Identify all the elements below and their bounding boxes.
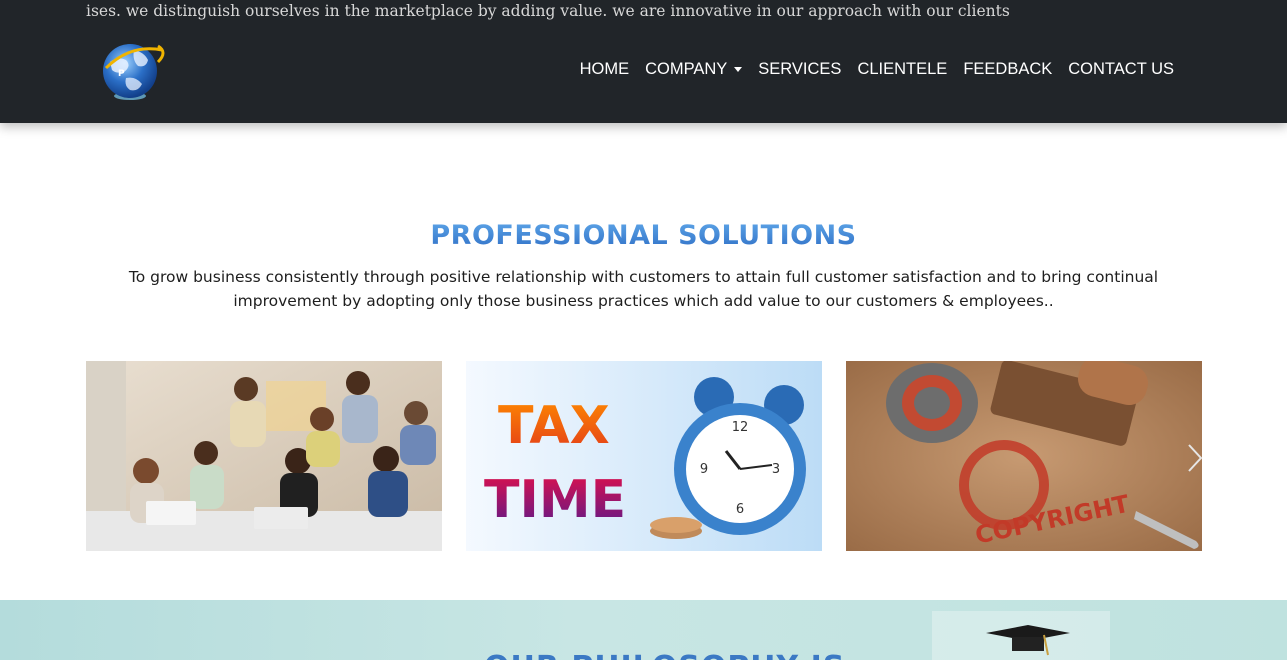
carousel-next-icon[interactable]	[1186, 442, 1204, 474]
solution-card-copyright[interactable]: COPYRIGHT	[846, 361, 1202, 551]
main-nav: HOME COMPANY SERVICES CLIENTELE FEEDBACK…	[572, 60, 1182, 79]
tax-time-image: TAX TIME 12 3 6 9	[466, 361, 822, 551]
caret-down-icon	[734, 67, 743, 72]
svg-text:9: 9	[700, 462, 708, 477]
site-header: ises. we distinguish ourselves in the ma…	[0, 0, 1287, 123]
team-meeting-image	[86, 361, 442, 551]
nav-home[interactable]: HOME	[572, 60, 638, 79]
section-title: PROFESSIONAL SOLUTIONS	[0, 220, 1287, 251]
philosophy-title: OUR PHILOSOPHY IS	[484, 650, 845, 660]
marquee-text: ises. we distinguish ourselves in the ma…	[86, 2, 1010, 20]
svg-text:6: 6	[736, 502, 744, 517]
section-description: To grow business consistently through po…	[128, 268, 1159, 310]
nav-contact-us[interactable]: CONTACT US	[1060, 60, 1182, 79]
solution-card-team[interactable]	[86, 361, 442, 551]
solution-card-tax[interactable]: TAX TIME 12 3 6 9	[466, 361, 822, 551]
svg-text:P: P	[118, 69, 125, 79]
copyright-stamp-image: COPYRIGHT	[846, 361, 1202, 551]
company-logo[interactable]: P	[96, 38, 168, 106]
nav-feedback[interactable]: FEEDBACK	[955, 60, 1060, 79]
svg-text:3: 3	[772, 462, 780, 477]
graduation-cap-image	[932, 611, 1110, 660]
nav-company[interactable]: COMPANY	[637, 60, 750, 79]
time-text: TIME	[484, 470, 626, 530]
nav-company-label: COMPANY	[645, 60, 728, 78]
nav-services[interactable]: SERVICES	[750, 60, 849, 79]
tax-text: TAX	[498, 396, 610, 456]
svg-text:12: 12	[732, 420, 749, 435]
nav-clientele[interactable]: CLIENTELE	[849, 60, 955, 79]
